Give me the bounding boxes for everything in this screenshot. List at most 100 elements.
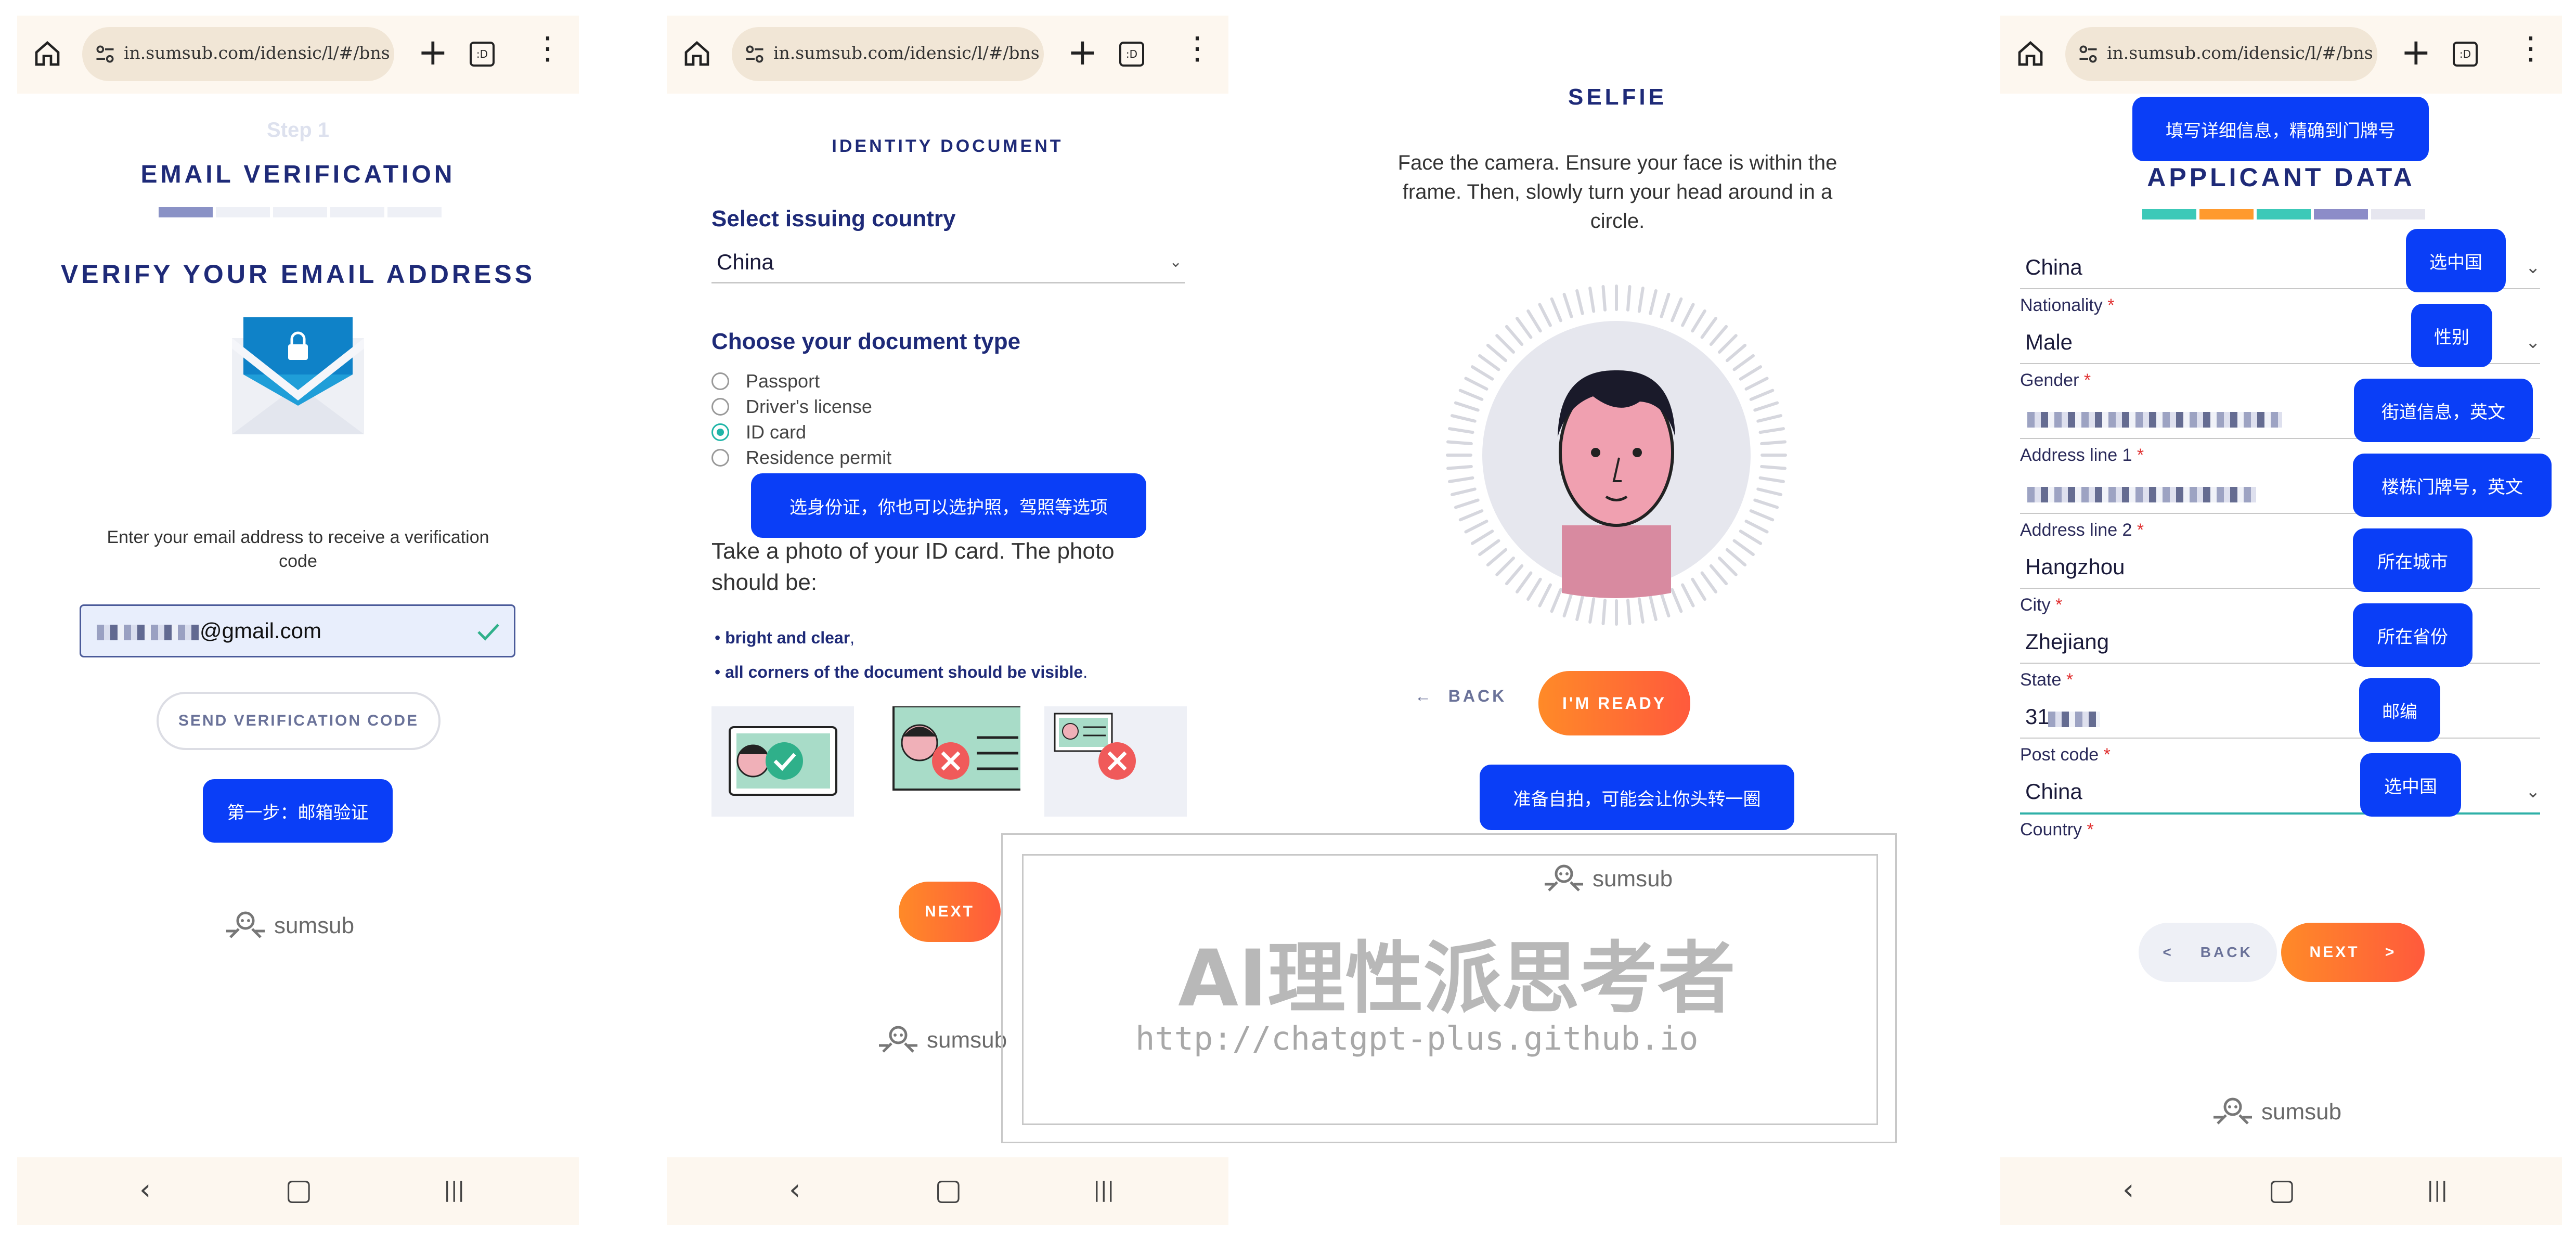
sample-photo-bad-small	[1044, 706, 1187, 817]
progress-segment	[330, 207, 384, 217]
menu-icon[interactable]: ⋮	[2515, 30, 2546, 67]
progress-segment	[2371, 209, 2425, 219]
country-select[interactable]: China ⌄	[711, 248, 1185, 283]
watermark-url: http://chatgpt-plus.github.io	[1135, 1019, 1699, 1057]
address-line-1-redacted	[2027, 412, 2282, 428]
post-code-underline	[2020, 738, 2540, 739]
next-button-label: NEXT	[2309, 944, 2360, 961]
sumsub-robot-icon	[1545, 864, 1583, 892]
progress-bar	[2142, 209, 2425, 219]
requirement-corners-text: all corners of the document should be vi…	[725, 663, 1083, 681]
sumsub-brand-text: sumsub	[1593, 866, 1673, 892]
nav-back-icon[interactable]: ‹	[789, 1173, 800, 1207]
nav-home-icon[interactable]: ▢	[2268, 1173, 2296, 1207]
nav-recents-icon[interactable]: |||	[2427, 1178, 2448, 1202]
tab-switcher-icon[interactable]: :D	[1119, 42, 1144, 67]
selfie-instruction: Face the camera. Ensure your face is wit…	[1397, 151, 1837, 232]
chevron-left-icon: <	[2163, 944, 2174, 960]
country-note: 选中国	[2360, 753, 2461, 817]
nav-recents-icon[interactable]: |||	[444, 1178, 464, 1202]
panel-applicant-data: in.sumsub.com/idensic/l/#/bnsv\ + :D ⋮ 填…	[2000, 0, 2562, 1240]
city-value: Hangzhou	[2025, 554, 2125, 579]
chevron-down-icon: ⌄	[2526, 257, 2541, 278]
top-note: 填写详细信息，精确到门牌号	[2132, 97, 2429, 161]
nav-recents-icon[interactable]: |||	[1093, 1178, 1114, 1202]
page-title: EMAIL VERIFICATION	[140, 161, 456, 188]
new-tab-icon[interactable]: +	[1067, 31, 1098, 73]
browser-url-bar: in.sumsub.com/idensic/l/#/bnsv\ + :D ⋮	[2000, 16, 2562, 94]
address-field[interactable]: in.sumsub.com/idensic/l/#/bnsv\	[82, 27, 394, 81]
site-settings-icon[interactable]	[2077, 43, 2100, 66]
home-icon[interactable]	[33, 39, 62, 68]
post-code-redacted	[2048, 712, 2100, 727]
doc-type-note: 选身份证，你也可以选护照，驾照等选项	[751, 473, 1146, 538]
home-icon[interactable]	[682, 39, 711, 68]
sumsub-robot-icon	[226, 911, 265, 938]
radio-passport[interactable]	[711, 372, 729, 390]
sumsub-logo: sumsub	[878, 1026, 1007, 1055]
requirement-corners: • all corners of the document should be …	[715, 663, 1088, 681]
site-settings-icon[interactable]	[743, 43, 766, 66]
radio-drivers-license[interactable]	[711, 398, 729, 416]
doc-type-id-card[interactable]: ID card	[746, 421, 806, 443]
country-label: Select issuing country	[711, 206, 956, 231]
doc-type-passport[interactable]: Passport	[746, 370, 820, 392]
checkmark-icon	[477, 624, 499, 641]
address-field[interactable]: in.sumsub.com/idensic/l/#/bnsv\	[2065, 27, 2377, 81]
required-asterisk: *	[2132, 520, 2144, 540]
post-code-label-text: Post code	[2020, 745, 2099, 765]
arrow-left-icon: ←	[1415, 687, 1434, 705]
menu-icon[interactable]: ⋮	[1182, 30, 1213, 67]
city-label: City *	[2020, 595, 2062, 615]
sumsub-brand-text: sumsub	[927, 1027, 1007, 1053]
android-nav-bar: ‹ ▢ |||	[17, 1157, 579, 1225]
next-button[interactable]: NEXT >	[2281, 923, 2425, 982]
tab-switcher-icon[interactable]: :D	[470, 42, 495, 67]
site-settings-icon[interactable]	[94, 43, 116, 66]
doc-type-residence-permit[interactable]: Residence permit	[746, 447, 891, 469]
state-label: State *	[2020, 670, 2073, 690]
country-select[interactable]	[2020, 774, 2540, 811]
radio-id-card[interactable]	[711, 423, 729, 441]
address-line-1-label-text: Address line 1	[2020, 445, 2132, 465]
post-code-note: 邮编	[2359, 678, 2440, 742]
nav-back-icon[interactable]: ‹	[139, 1173, 151, 1207]
required-asterisk: *	[2132, 445, 2144, 465]
menu-icon[interactable]: ⋮	[532, 30, 563, 67]
doc-type-drivers-license[interactable]: Driver's license	[746, 396, 872, 418]
step-label: Step 1	[266, 119, 330, 141]
post-code-label: Post code *	[2020, 745, 2111, 765]
state-value: Zhejiang	[2025, 629, 2109, 654]
home-icon[interactable]	[2016, 39, 2045, 68]
id-card-good-icon	[729, 726, 837, 796]
back-button[interactable]: < BACK	[2139, 923, 2277, 982]
back-button[interactable]: ← BACK	[1415, 687, 1507, 706]
section-heading: VERIFY YOUR EMAIL ADDRESS	[60, 260, 536, 289]
next-button[interactable]: NEXT	[899, 882, 1001, 942]
nav-back-icon[interactable]: ‹	[2122, 1173, 2134, 1207]
progress-segment	[2257, 209, 2311, 219]
step-note: 第一步：邮箱验证	[203, 779, 393, 843]
progress-segment	[273, 207, 327, 217]
nav-home-icon[interactable]: ▢	[935, 1173, 962, 1207]
city-note: 所在城市	[2353, 528, 2473, 592]
required-asterisk: *	[2061, 670, 2074, 690]
address-field[interactable]: in.sumsub.com/idensic/l/#/bnsv\	[732, 27, 1044, 81]
requirement-bright-text: bright and clear	[725, 628, 850, 647]
radio-residence-permit[interactable]	[711, 449, 729, 467]
new-tab-icon[interactable]: +	[2401, 31, 2431, 73]
state-label-text: State	[2020, 670, 2062, 690]
back-button-label: BACK	[1448, 687, 1507, 705]
id-card-too-small-icon	[1054, 713, 1136, 780]
new-tab-icon[interactable]: +	[418, 31, 448, 73]
email-input[interactable]: @gmail.com	[80, 604, 515, 657]
im-ready-button[interactable]: I'M READY	[1538, 671, 1690, 735]
gender-label: Gender *	[2020, 370, 2091, 391]
required-asterisk: *	[2099, 745, 2111, 765]
nav-home-icon[interactable]: ▢	[285, 1173, 313, 1207]
send-verification-code-button[interactable]: SEND VERIFICATION CODE	[157, 692, 441, 750]
chevron-down-icon: ⌄	[2526, 332, 2541, 353]
progress-bar	[159, 207, 442, 217]
sumsub-logo: sumsub	[2212, 1097, 2341, 1127]
tab-switcher-icon[interactable]: :D	[2453, 42, 2478, 67]
